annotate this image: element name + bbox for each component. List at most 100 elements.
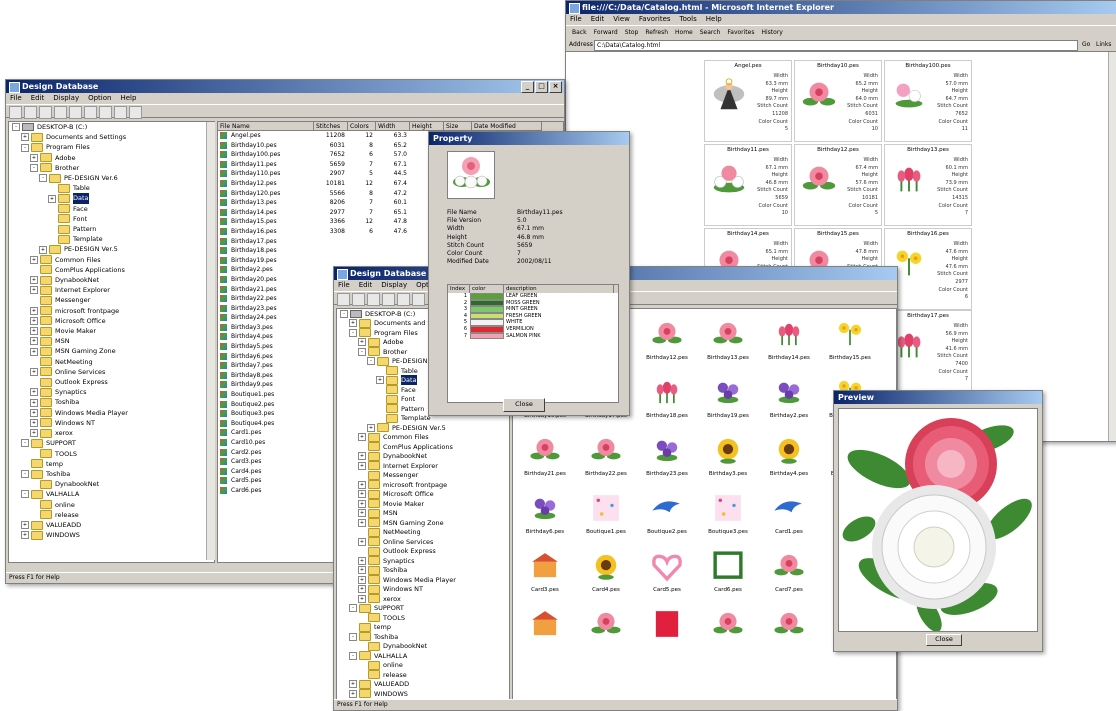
help-icon[interactable] xyxy=(129,106,142,119)
refresh-button[interactable]: Refresh xyxy=(645,26,668,39)
design-thumbnail[interactable]: Card7.pes xyxy=(761,545,817,603)
maximize-button[interactable]: □ xyxy=(535,81,548,93)
expand-icon[interactable]: + xyxy=(358,461,366,470)
tree-node[interactable]: + Online Services xyxy=(9,367,214,377)
expand-icon[interactable]: + xyxy=(21,531,29,540)
tree-node[interactable]: + Movie Maker xyxy=(9,326,214,336)
expand-icon[interactable]: + xyxy=(358,452,366,461)
column-header[interactable]: Date Modified xyxy=(472,122,542,131)
tree-node[interactable]: DynabookNet xyxy=(9,479,214,489)
expand-icon[interactable]: + xyxy=(358,480,366,489)
tree-node[interactable]: + Online Services xyxy=(337,537,509,547)
catalog-card[interactable]: Birthday10.pes Width 65.2 mm Height 64.0 mm S… xyxy=(794,60,882,142)
expand-icon[interactable]: + xyxy=(358,490,366,499)
design-thumbnail[interactable]: Card6.pes xyxy=(700,545,756,603)
design-thumbnail[interactable]: Card1.pes xyxy=(761,487,817,545)
tree-node[interactable]: release xyxy=(337,670,509,680)
menu-display[interactable]: Display xyxy=(381,280,407,291)
menu-display[interactable]: Display xyxy=(53,93,79,104)
tree-node[interactable]: - Toshiba xyxy=(9,469,214,479)
expand-icon[interactable]: + xyxy=(30,306,38,315)
expand-icon[interactable]: + xyxy=(30,255,38,264)
catalog-card[interactable]: Birthday11.pes Width 67.1 mm Height 46.8 mm S… xyxy=(704,144,792,226)
design-thumbnail[interactable]: Card3.pes xyxy=(517,545,573,603)
tree-node[interactable]: release xyxy=(9,510,214,520)
design-thumbnail[interactable]: Birthday3.pes xyxy=(700,429,756,487)
expand-icon[interactable]: + xyxy=(30,276,38,285)
tree-node[interactable]: Outlook Express xyxy=(9,377,214,387)
expand-icon[interactable]: + xyxy=(30,398,38,407)
tree-node[interactable]: NetMeeting xyxy=(9,357,214,367)
catalog-card[interactable]: Angel.pes Width 63.3 mm Height 89.7 mm Stitch… xyxy=(704,60,792,142)
column-header[interactable]: Stitches xyxy=(314,122,348,131)
collapse-icon[interactable]: - xyxy=(39,174,47,183)
design-thumbnail[interactable]: Birthday23.pes xyxy=(639,429,695,487)
collapse-icon[interactable]: - xyxy=(21,490,29,499)
expand-icon[interactable]: + xyxy=(349,680,357,689)
column-header[interactable]: File Name xyxy=(218,122,314,131)
menu-file[interactable]: File xyxy=(570,14,582,25)
design-thumbnail[interactable]: Birthday2.pes xyxy=(761,371,817,429)
menu-edit[interactable]: Edit xyxy=(359,280,373,291)
tree-node[interactable]: + Common Files xyxy=(337,432,509,443)
catalog-card[interactable]: Birthday100.pes Width 57.0 mm Height 64.7 mm… xyxy=(884,60,972,142)
design-thumbnail[interactable]: Boutique3.pes xyxy=(700,487,756,545)
design-thumbnail[interactable]: Birthday22.pes xyxy=(578,429,634,487)
print-icon[interactable] xyxy=(114,106,127,119)
collapse-icon[interactable]: - xyxy=(21,439,29,448)
tree-node[interactable]: Face xyxy=(9,204,214,214)
design-thumbnail[interactable] xyxy=(761,603,817,661)
design-thumbnail[interactable]: Birthday18.pes xyxy=(639,371,695,429)
tree-node[interactable]: + Common Files xyxy=(9,255,214,265)
expand-icon[interactable]: + xyxy=(358,338,366,347)
menu-file[interactable]: File xyxy=(338,280,350,291)
tree-node[interactable]: NetMeeting xyxy=(337,527,509,538)
expand-icon[interactable]: + xyxy=(358,509,366,518)
design-thumbnail[interactable]: Boutique2.pes xyxy=(639,487,695,545)
tree-node[interactable]: + VALUEADD xyxy=(9,520,214,530)
expand-icon[interactable]: + xyxy=(349,689,357,698)
expand-icon[interactable]: + xyxy=(349,319,357,328)
tree-node[interactable]: TOOLS xyxy=(337,613,509,623)
expand-icon[interactable]: + xyxy=(30,347,38,356)
browser-scrollbar[interactable] xyxy=(1108,52,1116,441)
details-view-icon[interactable] xyxy=(99,106,112,119)
design-thumbnail[interactable]: Boutique1.pes xyxy=(578,487,634,545)
collapse-icon[interactable]: - xyxy=(21,143,29,152)
address-input[interactable]: C:\Data\Catalog.html xyxy=(594,40,1078,51)
menu-edit[interactable]: Edit xyxy=(31,93,45,104)
tree-node[interactable]: + WINDOWS xyxy=(9,530,214,540)
expand-icon[interactable]: + xyxy=(358,537,366,546)
design-thumbnail[interactable]: Birthday13.pes xyxy=(700,313,756,371)
large-icons-icon[interactable] xyxy=(69,106,82,119)
expand-icon[interactable]: + xyxy=(30,153,38,162)
close-button[interactable]: Close xyxy=(503,398,545,412)
tree-scrollbar[interactable] xyxy=(206,122,215,560)
column-header[interactable]: Height xyxy=(410,122,444,131)
expand-icon[interactable]: + xyxy=(358,518,366,527)
design-thumbnail[interactable]: Birthday19.pes xyxy=(700,371,756,429)
tree-node[interactable]: + WINDOWS xyxy=(337,689,509,699)
tree-node[interactable]: temp xyxy=(9,459,214,469)
tree-node[interactable]: + microsoft frontpage xyxy=(9,306,214,316)
tree-node[interactable]: + Windows NT xyxy=(9,418,214,428)
expand-icon[interactable]: + xyxy=(39,245,47,254)
tree-node[interactable]: + Data xyxy=(9,193,214,204)
links-label[interactable]: Links xyxy=(1096,39,1111,51)
cut-icon[interactable] xyxy=(337,293,350,306)
back-button[interactable]: Back xyxy=(572,26,587,39)
tree-node[interactable]: Messenger xyxy=(9,295,214,306)
tree-node[interactable]: temp xyxy=(337,622,509,633)
tree-node[interactable]: - Program Files xyxy=(9,142,214,152)
tree-node[interactable]: Messenger xyxy=(337,470,509,481)
close-button[interactable]: × xyxy=(549,81,562,93)
cut-icon[interactable] xyxy=(9,106,22,119)
tree-node[interactable]: + Toshiba xyxy=(337,565,509,576)
menu-option[interactable]: Option xyxy=(88,93,111,104)
delete-icon[interactable] xyxy=(54,106,67,119)
expand-icon[interactable]: + xyxy=(30,367,38,376)
column-header[interactable]: Colors xyxy=(348,122,376,131)
tree-node[interactable]: - DESKTOP-B (C:) xyxy=(9,122,214,132)
tree-node[interactable]: + Movie Maker xyxy=(337,499,509,509)
collapse-icon[interactable]: - xyxy=(340,309,348,318)
